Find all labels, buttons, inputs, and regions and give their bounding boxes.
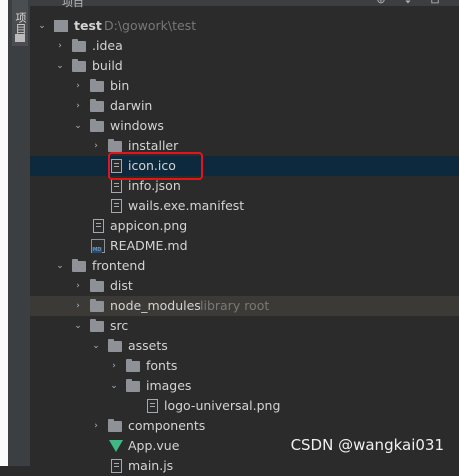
markdown-file-icon (91, 239, 105, 253)
project-tree-panel: 项目 ⊕ ⇟ ⊟ ⌄ test D:\gowork\test › .idea ⌄… (30, 0, 459, 473)
tree-item-label: images (146, 378, 192, 393)
tree-row-readme[interactable]: README.md (30, 236, 459, 256)
chevron-down-icon[interactable]: ⌄ (72, 320, 84, 332)
tree-item-label: .idea (92, 38, 123, 53)
tool-window-rail: 项目 (0, 0, 30, 466)
watermark-text: CSDN @wangkai031 (290, 436, 444, 454)
image-file-icon (93, 219, 104, 233)
tree-item-label: darwin (110, 98, 153, 113)
folder-icon (108, 139, 122, 152)
tree-row-logo[interactable]: logo-universal.png (30, 396, 459, 416)
chevron-right-icon[interactable]: › (108, 360, 120, 372)
tree-row-assets[interactable]: ⌄ assets (30, 336, 459, 356)
folder-icon (90, 119, 104, 132)
tree-row-idea[interactable]: › .idea (30, 36, 459, 56)
tree-row-manifest[interactable]: wails.exe.manifest (30, 196, 459, 216)
tree-row-images[interactable]: ⌄ images (30, 376, 459, 396)
tree-row-node-modules[interactable]: › node_modules library root (30, 296, 459, 316)
tree-item-label: frontend (92, 258, 146, 273)
folder-icon (108, 419, 122, 432)
tree-item-label: installer (128, 138, 179, 153)
tree-row-build[interactable]: ⌄ build (30, 56, 459, 76)
chevron-right-icon[interactable]: › (90, 420, 102, 432)
chevron-down-icon[interactable]: ⌄ (90, 340, 102, 352)
chevron-right-icon[interactable]: › (72, 300, 84, 312)
tree-row-main-js[interactable]: main.js (30, 456, 459, 476)
rail-edge (0, 0, 8, 466)
tree-item-label: bin (110, 78, 130, 93)
tree-row-icon-ico[interactable]: icon.ico (30, 156, 459, 176)
folder-icon (72, 39, 86, 52)
vue-icon (109, 440, 123, 452)
tree-item-label: build (92, 58, 123, 73)
chevron-down-icon[interactable]: ⌄ (36, 20, 48, 32)
tree-row-frontend[interactable]: ⌄ frontend (30, 256, 459, 276)
tree-item-label: components (128, 418, 206, 433)
file-icon (111, 199, 122, 213)
tree-row-fonts[interactable]: › fonts (30, 356, 459, 376)
library-root-hint: library root (200, 298, 270, 313)
project-folder-icon (54, 20, 68, 32)
tree-item-label: assets (128, 338, 168, 353)
chevron-down-icon[interactable]: ⌄ (72, 120, 84, 132)
chevron-right-icon[interactable]: › (90, 140, 102, 152)
project-tool-tab[interactable]: 项目 (12, 0, 28, 46)
chevron-down-icon[interactable]: ⌄ (54, 260, 66, 272)
tree-row-bin[interactable]: › bin (30, 76, 459, 96)
tree-row-dist[interactable]: › dist (30, 276, 459, 296)
chevron-right-icon[interactable]: › (72, 280, 84, 292)
collapse-icon[interactable]: ⊟ (429, 0, 441, 6)
tree-item-label: dist (110, 278, 133, 293)
chevron-right-icon[interactable]: › (72, 100, 84, 112)
folder-icon (72, 259, 86, 272)
locate-icon[interactable]: ⊕ (375, 0, 387, 6)
expand-icon[interactable]: ⇟ (402, 0, 414, 6)
chevron-right-icon[interactable]: › (54, 40, 66, 52)
tree-row-components[interactable]: › components (30, 416, 459, 436)
chevron-down-icon[interactable]: ⌄ (54, 60, 66, 72)
tree-item-label: wails.exe.manifest (128, 198, 245, 213)
folder-icon (90, 299, 104, 312)
folder-icon (90, 319, 104, 332)
tree-item-label: windows (110, 118, 164, 133)
root-project-name: test (74, 18, 102, 33)
panel-header (30, 0, 459, 6)
panel-header-title: 项目 (62, 0, 84, 9)
tree-row-darwin[interactable]: › darwin (30, 96, 459, 116)
folder-icon (90, 279, 104, 292)
folder-icon (72, 59, 86, 72)
tree-row-info-json[interactable]: info.json (30, 176, 459, 196)
tree-row-installer[interactable]: › installer (30, 136, 459, 156)
tree-row-src[interactable]: ⌄ src (30, 316, 459, 336)
json-file-icon (111, 179, 122, 193)
root-project-path: D:\gowork\test (104, 18, 197, 33)
tree-item-label: logo-universal.png (164, 398, 281, 413)
folder-icon (90, 99, 104, 112)
tree-item-label: appicon.png (110, 218, 188, 233)
tree-item-label: src (110, 318, 129, 333)
tree-row-appicon[interactable]: appicon.png (30, 216, 459, 236)
chevron-right-icon[interactable]: › (72, 80, 84, 92)
js-file-icon (111, 459, 122, 473)
folder-icon (126, 359, 140, 372)
image-file-icon (147, 399, 158, 413)
tree-item-label: App.vue (128, 438, 180, 453)
folder-icon (126, 379, 140, 392)
tree-row-root[interactable]: ⌄ test D:\gowork\test (30, 16, 459, 36)
folder-icon (90, 79, 104, 92)
tree-row-windows[interactable]: ⌄ windows (30, 116, 459, 136)
annotation-highlight-box (108, 152, 203, 180)
tree-item-label: README.md (110, 238, 188, 253)
tree-item-label: node_modules (110, 298, 201, 313)
folder-icon (108, 339, 122, 352)
chevron-down-icon[interactable]: ⌄ (108, 380, 120, 392)
tree-item-label: info.json (128, 178, 181, 193)
tree-item-label: fonts (146, 358, 178, 373)
